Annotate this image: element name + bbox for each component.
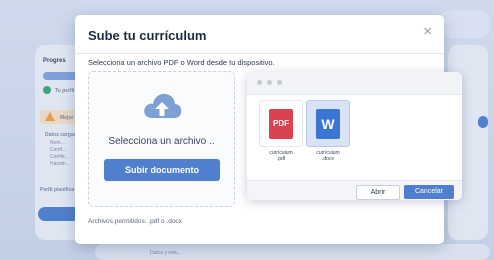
upload-document-button[interactable]: Subir documento bbox=[104, 159, 220, 181]
open-button[interactable]: Abrir bbox=[356, 185, 400, 200]
background-top-right-card bbox=[440, 10, 490, 38]
file-extension: .docx bbox=[322, 156, 334, 162]
background-list-item: Certif... bbox=[50, 147, 67, 153]
background-list-item: Harsim... bbox=[50, 161, 70, 167]
background-progress-label: Progres bbox=[43, 58, 66, 64]
file-picker-titlebar bbox=[247, 72, 462, 95]
file-item-pdf[interactable]: PDF currículum .pdf bbox=[259, 100, 303, 162]
file-item-docx[interactable]: W currículum .docx bbox=[306, 100, 350, 162]
dropzone-label: Selecciona un archivo .. bbox=[108, 136, 215, 147]
file-picker-footer: Abrir Cancelar bbox=[247, 180, 462, 200]
background-list-item: Nom... bbox=[50, 140, 65, 146]
background-warning-label: Mejor bbox=[60, 115, 74, 121]
close-icon[interactable]: × bbox=[423, 24, 432, 39]
window-dot bbox=[267, 80, 272, 85]
modal-subtitle: Selecciona un archivo PDF o Word desde t… bbox=[88, 58, 275, 67]
background-bottom-label: Datos y rela... bbox=[150, 250, 181, 256]
background-list-item: Certific... bbox=[50, 154, 70, 160]
word-file-icon: W bbox=[316, 109, 340, 139]
modal-divider bbox=[75, 53, 444, 54]
cancel-button[interactable]: Cancelar bbox=[404, 185, 454, 199]
cloud-upload-icon bbox=[144, 93, 182, 118]
pdf-file-icon: PDF bbox=[269, 109, 293, 139]
file-picker-dialog: PDF currículum .pdf W currículum .docx A… bbox=[247, 72, 462, 200]
file-dropzone[interactable]: Selecciona un archivo .. Subir documento bbox=[88, 71, 235, 207]
background-item-1: Tu perfil bbox=[55, 88, 75, 94]
warning-icon bbox=[45, 112, 55, 121]
upload-modal: Sube tu currículum × Selecciona un archi… bbox=[75, 15, 462, 244]
background-toggle bbox=[478, 116, 488, 128]
background-profile-label: Perfil planifica bbox=[40, 187, 75, 193]
window-dot bbox=[257, 80, 262, 85]
allowed-formats-note: Archivos permitidos: .pdf o .docx bbox=[88, 218, 182, 225]
file-extension: .pdf bbox=[276, 156, 286, 162]
background-check-dot bbox=[43, 86, 51, 94]
modal-title: Sube tu currículum bbox=[88, 28, 207, 43]
window-dot bbox=[277, 80, 282, 85]
